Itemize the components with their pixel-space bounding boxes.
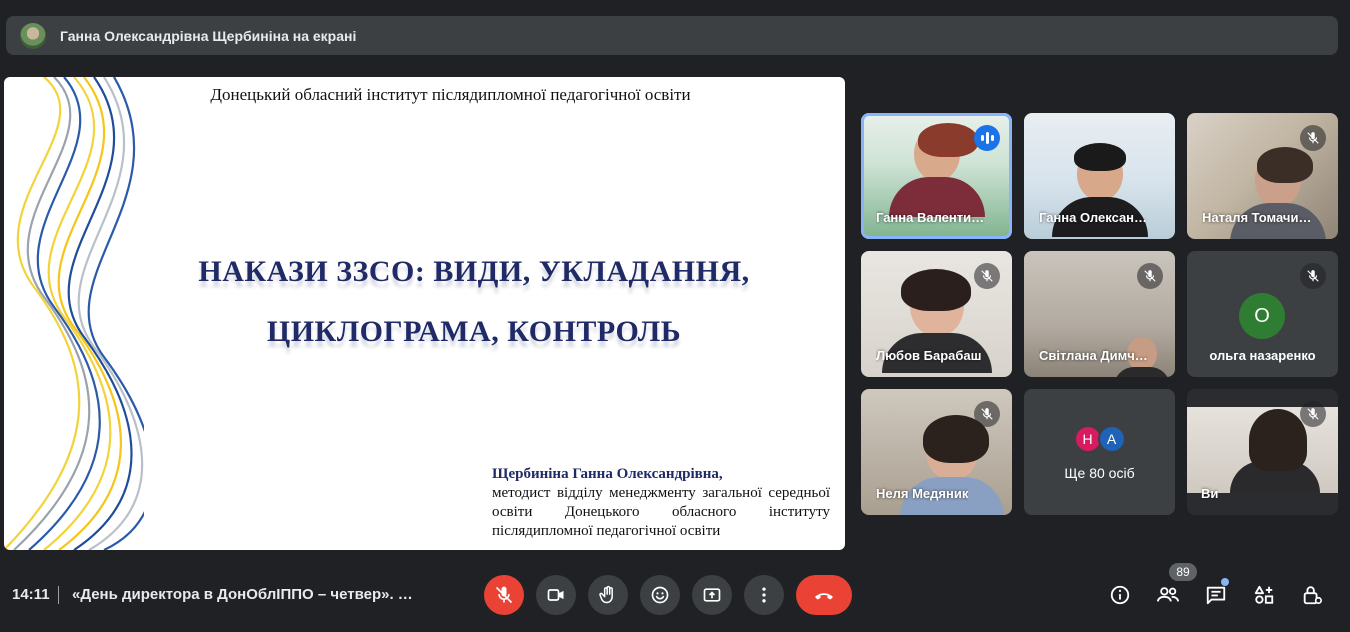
info-icon (1110, 585, 1130, 605)
meeting-time: 14:11 (12, 586, 50, 603)
participant-tile[interactable]: О ольга назаренко (1187, 251, 1338, 377)
emoji-icon (651, 586, 669, 604)
toggle-camera-button[interactable] (536, 575, 576, 615)
participant-tile[interactable]: Любов Барабаш (861, 251, 1012, 377)
mic-off-icon (495, 586, 513, 604)
camera-icon (547, 589, 564, 601)
participant-tile[interactable]: Неля Медяник (861, 389, 1012, 515)
participant-tile[interactable]: Ви (1187, 389, 1338, 515)
activities-icon (1254, 585, 1274, 604)
activities-button[interactable] (1249, 580, 1279, 610)
participant-name: Ганна Олексан… (1039, 210, 1148, 225)
hand-icon (599, 585, 613, 604)
participant-tile[interactable]: Світлана Димч… (1024, 251, 1175, 377)
mic-off-icon (1300, 125, 1326, 151)
people-count-badge: 89 (1169, 563, 1197, 581)
participant-name: Неля Медяник (876, 486, 969, 501)
speaking-indicator-icon (974, 125, 1000, 151)
participant-tile[interactable]: Наталя Томачи… (1187, 113, 1338, 239)
more-participants-tile[interactable]: Н А Ще 80 осіб (1024, 389, 1175, 515)
participant-tile[interactable]: Ганна Валенти… (861, 113, 1012, 239)
more-options-button[interactable] (744, 575, 784, 615)
participant-avatar: А (1097, 425, 1126, 453)
reactions-button[interactable] (640, 575, 680, 615)
raise-hand-button[interactable] (588, 575, 628, 615)
presenter-bar: Ганна Олександрівна Щербиніна на екрані (6, 16, 1338, 55)
mic-off-icon (1300, 263, 1326, 289)
slide-author-role: методист відділу менеджменту загальної с… (492, 485, 830, 539)
slide-author-name: Щербиніна Ганна Олександрівна, (492, 466, 723, 482)
more-vert-icon (762, 587, 766, 603)
slide-decoration (4, 77, 144, 550)
leave-call-button[interactable] (796, 575, 852, 615)
participant-avatar: О (1239, 293, 1285, 339)
slide-title-line2: ЦИКЛОГРАМА, КОНТРОЛЬ (266, 315, 682, 348)
toggle-microphone-button[interactable] (484, 575, 524, 615)
participant-name: Ганна Валенти… (876, 210, 985, 225)
presenter-avatar (20, 22, 46, 49)
lock-person-icon (1303, 586, 1322, 605)
participant-name: Ви (1201, 486, 1219, 501)
meeting-title[interactable]: «День директора в ДонОблІППО – четвер». … (72, 586, 413, 603)
people-icon (1157, 587, 1179, 602)
present-screen-button[interactable] (692, 575, 732, 615)
chat-notification-dot (1221, 578, 1229, 586)
meeting-details-button[interactable] (1105, 580, 1135, 610)
participant-name: Наталя Томачи… (1202, 210, 1312, 225)
end-call-icon (815, 593, 833, 600)
more-participants-label: Ще 80 осіб (1064, 465, 1135, 481)
more-avatars: Н А (1024, 425, 1175, 453)
participant-name: ольга назаренко (1209, 348, 1316, 363)
slide-author: Щербиніна Ганна Олександрівна, методист … (492, 465, 830, 541)
shared-slide: Донецький обласний інститут післядипломн… (4, 77, 845, 550)
divider (58, 586, 59, 604)
mic-off-icon (974, 401, 1000, 427)
mic-off-icon (1300, 401, 1326, 427)
participant-name: Любов Барабаш (876, 348, 982, 363)
mic-off-icon (974, 263, 1000, 289)
chat-icon (1206, 586, 1226, 605)
people-button[interactable] (1153, 580, 1183, 610)
mic-off-icon (1137, 263, 1163, 289)
participant-tile[interactable]: Ганна Олексан… (1024, 113, 1175, 239)
host-controls-button[interactable] (1297, 580, 1327, 610)
presenter-label: Ганна Олександрівна Щербиніна на екрані (60, 27, 357, 44)
present-screen-icon (703, 588, 721, 602)
slide-institute: Донецький обласний інститут післядипломн… (210, 85, 691, 104)
slide-title-line1: НАКАЗИ ЗЗСО: ВИДИ, УКЛАДАННЯ, (198, 255, 750, 288)
participant-name: Світлана Димч… (1039, 348, 1148, 363)
